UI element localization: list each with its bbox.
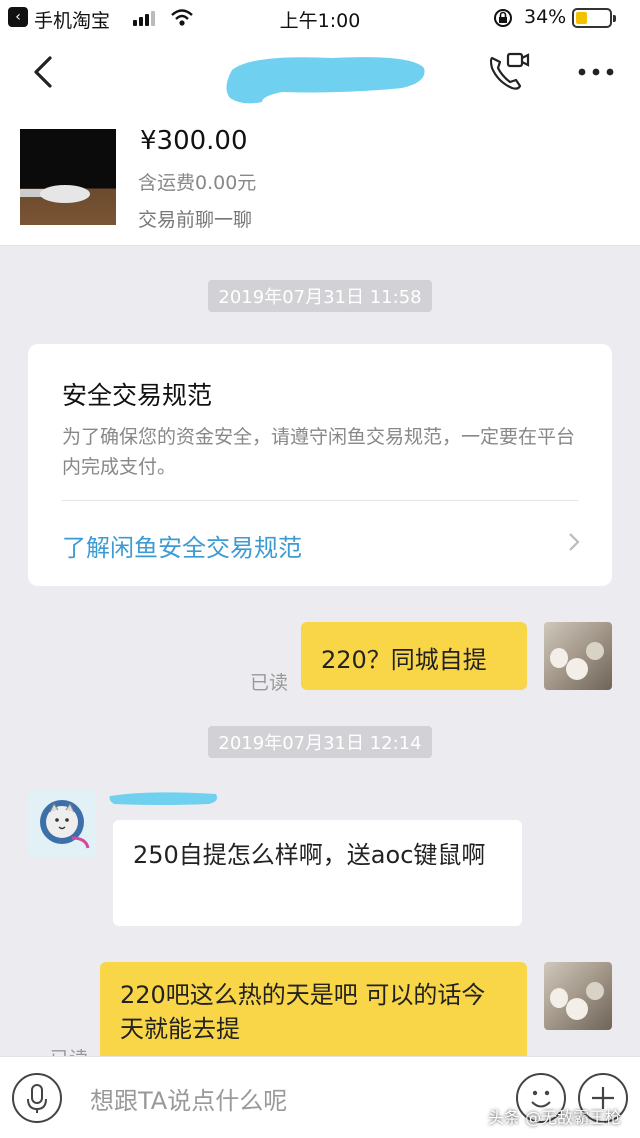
chevron-right-icon[interactable] [564, 530, 584, 554]
chat-hint: 交易前聊一聊 [138, 209, 253, 231]
message-text: 220吧这么热的天是吧 可以的话今天就能去提 [120, 981, 486, 1043]
message-bubble-incoming[interactable]: 250自提怎么样啊，送aoc键鼠啊 [113, 820, 522, 926]
message-bubble-outgoing[interactable]: 220吧这么热的天是吧 可以的话今天就能去提 [100, 962, 527, 1062]
contact-avatar[interactable] [28, 790, 96, 858]
watermark: 头条 @无敌霸王枪 [488, 1108, 622, 1127]
safety-card-title: 安全交易规范 [62, 381, 213, 410]
more-options-icon[interactable] [574, 60, 618, 84]
product-thumbnail[interactable] [20, 129, 116, 225]
my-avatar[interactable] [544, 622, 612, 690]
shipping-fee: 含运费0.00元 [138, 172, 257, 194]
microphone-icon [27, 1084, 47, 1113]
safety-card-description: 为了确保您的资金安全，请遵守闲鱼交易规范，一定要在平台内完成支付。 [62, 426, 576, 478]
message-text: 250自提怎么样啊，送aoc键鼠啊 [133, 841, 486, 869]
chat-timestamp: 2019年07月31日 11:58 [0, 280, 640, 312]
message-input[interactable]: 想跟TA说点什么呢 [90, 1081, 287, 1116]
redacted-contact-name [226, 57, 425, 104]
battery-icon [572, 8, 616, 28]
redacted-sender-name [109, 792, 217, 805]
status-bar: ‹ 手机淘宝 上午1:00 34% [0, 0, 640, 36]
message-text: 220？同城自提 [321, 646, 487, 674]
product-price: ¥300.00 [140, 126, 248, 156]
safety-rules-link[interactable]: 了解闲鱼安全交易规范 [62, 528, 302, 563]
voice-input-button[interactable] [12, 1073, 62, 1123]
rotation-lock-icon [494, 9, 512, 27]
back-arrow-icon[interactable] [28, 50, 64, 94]
nav-bar [0, 36, 640, 110]
message-bubble-outgoing[interactable]: 220？同城自提 [301, 622, 527, 690]
cat-astronaut-icon [28, 790, 96, 858]
divider [62, 500, 578, 501]
read-receipt: 已读 [250, 672, 289, 694]
product-summary[interactable]: ¥300.00 含运费0.00元 交易前聊一聊 [0, 110, 640, 246]
battery-percent: 34% [524, 6, 567, 28]
video-call-icon[interactable] [486, 50, 530, 94]
safety-notice-card: 安全交易规范 为了确保您的资金安全，请遵守闲鱼交易规范，一定要在平台内完成支付。… [28, 344, 612, 586]
chat-timestamp: 2019年07月31日 12:14 [0, 726, 640, 758]
my-avatar[interactable] [544, 962, 612, 1030]
